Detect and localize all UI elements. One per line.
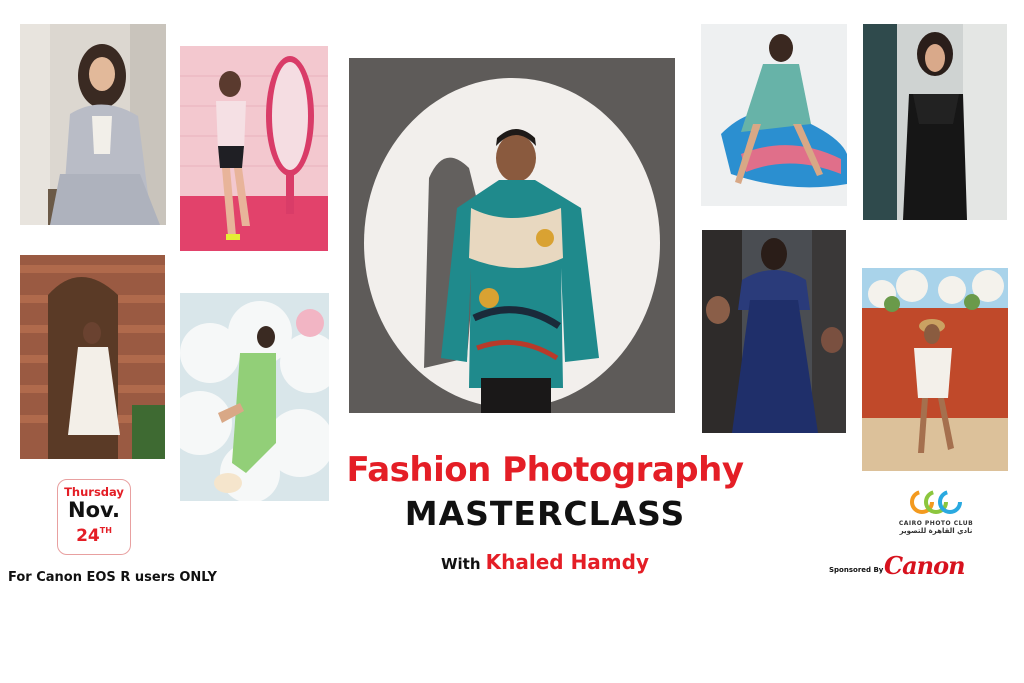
sponsored-label: Sponsored By bbox=[829, 566, 884, 574]
date-number-value: 24 bbox=[76, 526, 100, 546]
date-day: Thursday bbox=[64, 485, 124, 499]
event-title: Fashion Photography bbox=[346, 450, 744, 490]
instructor-line: With Khaled Hamdy bbox=[420, 550, 670, 574]
photo-woman-blue-gown bbox=[702, 230, 846, 433]
cpc-name: CAIRO PHOTO CLUB bbox=[898, 520, 974, 527]
date-badge: Thursday Nov. 24TH bbox=[57, 479, 131, 555]
date-number: 24TH bbox=[58, 521, 130, 546]
cpc-logo-mark-icon bbox=[910, 490, 962, 514]
with-prefix: With bbox=[441, 555, 481, 573]
instructor-name: Khaled Hamdy bbox=[485, 550, 649, 574]
date-suffix: TH bbox=[99, 526, 112, 535]
photo-woman-teal-dress bbox=[701, 24, 847, 206]
photo-woman-red-wall bbox=[862, 268, 1008, 471]
photo-woman-pink-mirror bbox=[180, 46, 328, 251]
photo-woman-black-jumpsuit bbox=[863, 24, 1007, 220]
photo-woman-grey-suit bbox=[20, 24, 166, 225]
canon-logo: Canon bbox=[884, 551, 966, 580]
cairo-photo-club-logo: CAIRO PHOTO CLUB نادي القاهرة للتصوير bbox=[890, 488, 982, 535]
cpc-name-arabic: نادي القاهرة للتصوير bbox=[899, 527, 973, 535]
photo-woman-wooden-door bbox=[20, 255, 165, 459]
date-month: Nov. bbox=[68, 498, 120, 522]
event-subtitle: MASTERCLASS bbox=[404, 494, 686, 533]
audience-note: For Canon EOS R users ONLY bbox=[8, 570, 217, 585]
photo-woman-clouds bbox=[180, 293, 329, 501]
photo-man-spotlight bbox=[349, 58, 675, 413]
